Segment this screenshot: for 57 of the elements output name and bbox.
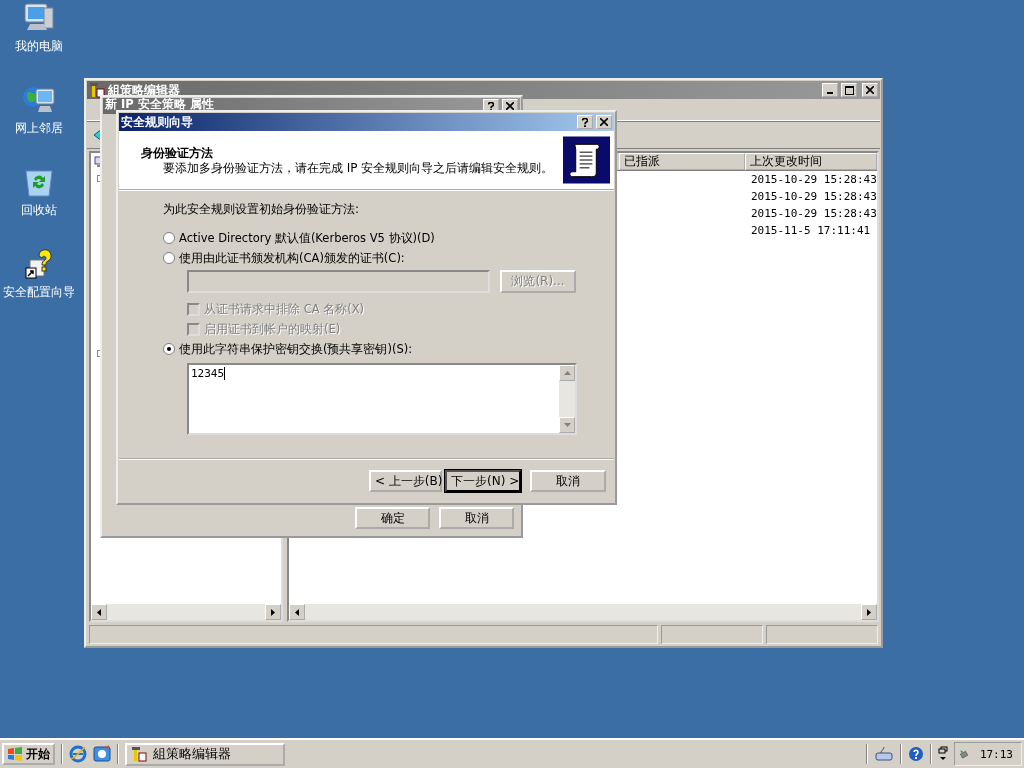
desktop-icon-label[interactable]: 网上邻居 [15, 120, 63, 137]
maximize-icon [844, 85, 854, 95]
wizard-button[interactable]: < 上一步(B) [369, 470, 442, 492]
taskbar-window-button[interactable]: 組策略编辑器 [125, 742, 285, 766]
horizontal-scrollbar[interactable] [289, 604, 877, 620]
restore-windows-icon[interactable] [938, 746, 948, 762]
scroll-document-icon [563, 136, 610, 184]
table-cell: 2015-10-29 15:28:43 [751, 190, 877, 203]
clock: 17:13 [979, 747, 1013, 761]
left-arrow-icon[interactable] [295, 608, 299, 616]
wizard-button[interactable]: 下一步(N) > [445, 470, 521, 492]
vertical-scrollbar[interactable] [559, 365, 575, 433]
help-icon[interactable] [908, 746, 924, 762]
dialog-button[interactable]: 确定 [355, 507, 430, 529]
table-cell: 2015-11-5 17:11:41 [751, 224, 871, 237]
down-arrow-icon[interactable] [563, 423, 571, 427]
header-title: 身份验证方法 [141, 145, 214, 162]
close-icon [600, 118, 608, 126]
wizard-shortcut-icon[interactable] [24, 248, 54, 280]
desktop-icon-label[interactable]: 我的电脑 [15, 38, 63, 55]
dialog-button[interactable]: 取消 [439, 507, 514, 529]
left-arrow-icon[interactable] [97, 608, 101, 616]
column-header[interactable]: 已指派 [619, 153, 745, 170]
desktop-shortcut-icon[interactable] [93, 745, 111, 763]
policy-editor-icon [89, 82, 105, 98]
question-mark-icon [582, 117, 588, 127]
right-arrow-icon[interactable] [271, 608, 275, 616]
wizard-title: 安全规则向导 [121, 113, 193, 131]
radio-button[interactable] [163, 343, 175, 355]
keyboard-icon[interactable] [874, 746, 894, 762]
close-button[interactable] [596, 115, 612, 129]
close-icon [866, 86, 874, 94]
option-label[interactable]: 使用由此证书颁发机构(CA)颁发的证书(C): [179, 250, 405, 266]
dialog-title: 新 IP 安全策略 属性 [105, 98, 214, 110]
policy-editor-icon [131, 746, 147, 762]
table-cell: 2015-10-29 15:28:43 [751, 207, 877, 220]
option-label[interactable]: 使用此字符串保护密钥交换(预共享密钥)(S): [179, 341, 413, 357]
up-arrow-icon[interactable] [563, 371, 571, 375]
column-header[interactable]: 上次更改时间 [745, 153, 877, 170]
radio-button[interactable] [163, 232, 175, 244]
start-button[interactable]: 开始 [2, 743, 55, 765]
windows-flag-icon [7, 747, 23, 761]
horizontal-scrollbar[interactable] [91, 604, 281, 620]
option-label[interactable]: Active Directory 默认值(Kerberos V5 协议)(D) [179, 230, 435, 246]
prompt-text: 为此安全规则设置初始身份验证方法: [163, 201, 361, 218]
help-button[interactable] [577, 115, 593, 129]
radio-button[interactable] [163, 252, 175, 264]
desktop-icon-label[interactable]: 安全配置向导 [3, 284, 75, 301]
table-cell: 2015-10-29 15:28:43 [751, 173, 877, 186]
header-description: 要添加多身份验证方法，请在完成 IP 安全规则向导之后请编辑安全规则。 [162, 162, 555, 175]
close-icon [506, 102, 514, 110]
wizard-button[interactable]: 取消 [530, 470, 606, 492]
desktop-icon-label[interactable]: 回收站 [21, 202, 57, 219]
browser-icon[interactable] [69, 745, 87, 763]
key-text-area[interactable]: 12345 [187, 363, 577, 435]
question-mark-icon [488, 101, 494, 111]
right-arrow-icon[interactable] [866, 608, 871, 616]
